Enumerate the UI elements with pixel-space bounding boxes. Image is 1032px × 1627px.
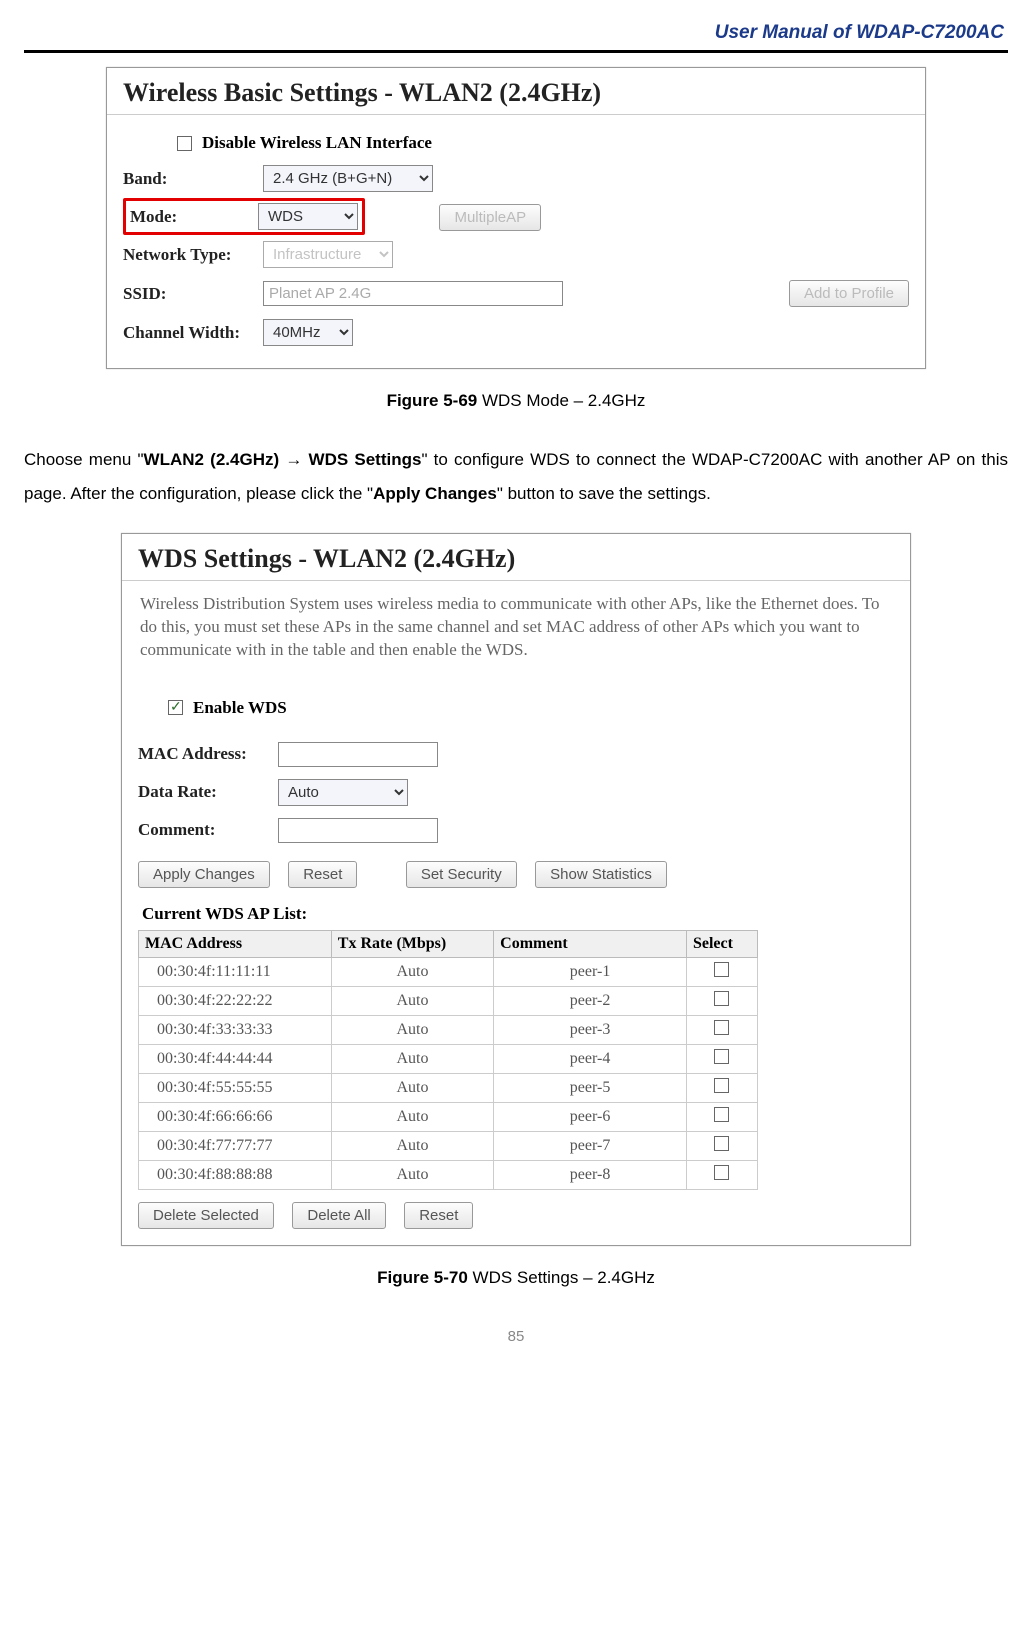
row-select-checkbox[interactable] (714, 1136, 729, 1151)
table-row: 00:30:4f:88:88:88Autopeer-8 (139, 1160, 758, 1189)
figure-2-wrap: WDS Settings - WLAN2 (2.4GHz) Wireless D… (24, 533, 1008, 1246)
cell-select (686, 1015, 757, 1044)
table-row: 00:30:4f:66:66:66Autopeer-6 (139, 1102, 758, 1131)
cell-comment: peer-5 (494, 1073, 687, 1102)
apply-changes-button[interactable]: Apply Changes (138, 861, 270, 888)
comment-input[interactable] (278, 818, 438, 843)
row-select-checkbox[interactable] (714, 1078, 729, 1093)
cell-comment: peer-8 (494, 1160, 687, 1189)
cell-select (686, 986, 757, 1015)
cell-mac: 00:30:4f:22:22:22 (139, 986, 332, 1015)
page-number: 85 (24, 1328, 1008, 1345)
current-wds-list-label: Current WDS AP List: (138, 888, 894, 930)
mac-address-input[interactable] (278, 742, 438, 767)
set-security-button[interactable]: Set Security (406, 861, 517, 888)
row-select-checkbox[interactable] (714, 991, 729, 1006)
cell-mac: 00:30:4f:77:77:77 (139, 1131, 332, 1160)
table-row: 00:30:4f:33:33:33Autopeer-3 (139, 1015, 758, 1044)
cell-mac: 00:30:4f:55:55:55 (139, 1073, 332, 1102)
band-label: Band: (123, 169, 263, 189)
th-select: Select (686, 930, 757, 957)
channel-width-label: Channel Width: (123, 323, 263, 343)
ssid-input (263, 281, 563, 306)
cell-select (686, 1160, 757, 1189)
row-select-checkbox[interactable] (714, 962, 729, 977)
show-statistics-button[interactable]: Show Statistics (535, 861, 667, 888)
th-rate: Tx Rate (Mbps) (331, 930, 493, 957)
fig2-description: Wireless Distribution System uses wirele… (122, 581, 902, 680)
cell-rate: Auto (331, 1131, 493, 1160)
cell-select (686, 1044, 757, 1073)
cell-comment: peer-2 (494, 986, 687, 1015)
table-row: 00:30:4f:55:55:55Autopeer-5 (139, 1073, 758, 1102)
cell-select (686, 1131, 757, 1160)
row-select-checkbox[interactable] (714, 1020, 729, 1035)
th-mac: MAC Address (139, 930, 332, 957)
band-select[interactable]: 2.4 GHz (B+G+N) (263, 165, 433, 192)
delete-all-button[interactable]: Delete All (292, 1202, 385, 1229)
row-select-checkbox[interactable] (714, 1165, 729, 1180)
channel-width-select[interactable]: 40MHz (263, 319, 353, 346)
cell-rate: Auto (331, 1160, 493, 1189)
cell-comment: peer-6 (494, 1102, 687, 1131)
figure-1-caption: Figure 5-69 WDS Mode – 2.4GHz (24, 391, 1008, 411)
figure-2-caption: Figure 5-70 WDS Settings – 2.4GHz (24, 1268, 1008, 1288)
reset-button[interactable]: Reset (288, 861, 357, 888)
cell-rate: Auto (331, 957, 493, 986)
add-to-profile-button: Add to Profile (789, 280, 909, 307)
cell-mac: 00:30:4f:88:88:88 (139, 1160, 332, 1189)
cell-rate: Auto (331, 986, 493, 1015)
cell-comment: peer-1 (494, 957, 687, 986)
cell-mac: 00:30:4f:44:44:44 (139, 1044, 332, 1073)
reset-list-button[interactable]: Reset (404, 1202, 473, 1229)
row-select-checkbox[interactable] (714, 1049, 729, 1064)
cell-select (686, 957, 757, 986)
nettype-select: Infrastructure (263, 241, 393, 268)
nettype-label: Network Type: (123, 245, 263, 265)
data-rate-select[interactable]: Auto (278, 779, 408, 806)
cell-mac: 00:30:4f:66:66:66 (139, 1102, 332, 1131)
mode-select[interactable]: WDS (258, 203, 358, 230)
th-comment: Comment (494, 930, 687, 957)
comment-label: Comment: (138, 820, 278, 840)
table-row: 00:30:4f:44:44:44Autopeer-4 (139, 1044, 758, 1073)
cell-select (686, 1102, 757, 1131)
cell-comment: peer-4 (494, 1044, 687, 1073)
enable-wds-label: Enable WDS (193, 698, 287, 718)
cell-mac: 00:30:4f:33:33:33 (139, 1015, 332, 1044)
table-row: 00:30:4f:22:22:22Autopeer-2 (139, 986, 758, 1015)
mac-address-label: MAC Address: (138, 744, 278, 764)
cell-rate: Auto (331, 1015, 493, 1044)
instruction-paragraph: Choose menu "WLAN2 (2.4GHz) → WDS Settin… (24, 443, 1008, 511)
header-rule (24, 50, 1008, 53)
disable-wlan-checkbox[interactable] (177, 136, 192, 151)
table-row: 00:30:4f:11:11:11Autopeer-1 (139, 957, 758, 986)
wds-ap-table: MAC Address Tx Rate (Mbps) Comment Selec… (138, 930, 758, 1190)
cell-rate: Auto (331, 1102, 493, 1131)
ssid-label: SSID: (123, 284, 263, 304)
fig1-title: Wireless Basic Settings - WLAN2 (2.4GHz) (107, 68, 925, 115)
fig2-title: WDS Settings - WLAN2 (2.4GHz) (122, 534, 910, 581)
doc-header: User Manual of WDAP-C7200AC (24, 22, 1008, 50)
figure-1-wrap: Wireless Basic Settings - WLAN2 (2.4GHz)… (24, 67, 1008, 369)
table-row: 00:30:4f:77:77:77Autopeer-7 (139, 1131, 758, 1160)
data-rate-label: Data Rate: (138, 782, 278, 802)
enable-wds-checkbox[interactable] (168, 700, 183, 715)
cell-select (686, 1073, 757, 1102)
multiple-ap-button: MultipleAP (439, 204, 541, 231)
mode-label: Mode: (130, 207, 258, 227)
cell-mac: 00:30:4f:11:11:11 (139, 957, 332, 986)
disable-wlan-label: Disable Wireless LAN Interface (202, 133, 432, 153)
cell-rate: Auto (331, 1044, 493, 1073)
delete-selected-button[interactable]: Delete Selected (138, 1202, 274, 1229)
row-select-checkbox[interactable] (714, 1107, 729, 1122)
cell-comment: peer-7 (494, 1131, 687, 1160)
cell-rate: Auto (331, 1073, 493, 1102)
cell-comment: peer-3 (494, 1015, 687, 1044)
